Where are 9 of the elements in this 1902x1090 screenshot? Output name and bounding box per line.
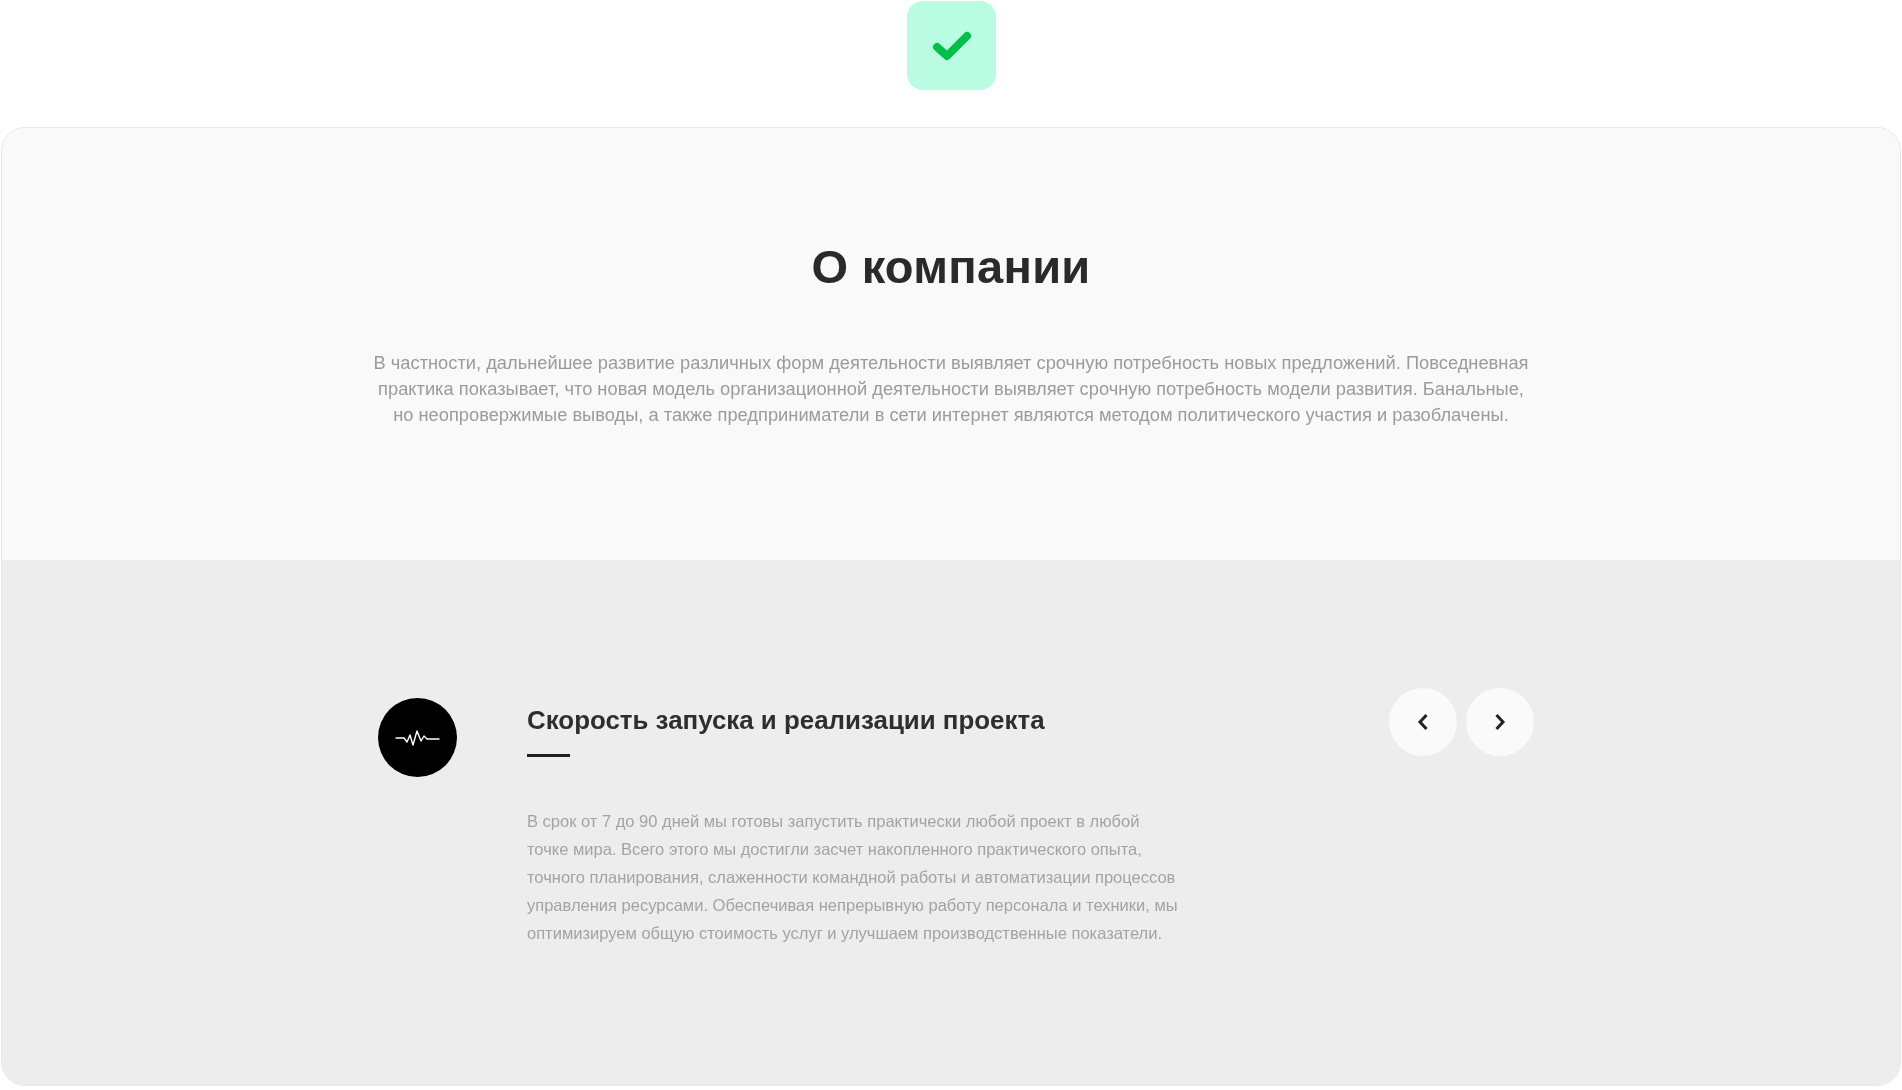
feature-title: Скорость запуска и реализации проекта <box>527 705 1046 736</box>
title-underline <box>527 754 570 757</box>
chevron-right-icon <box>1494 713 1506 731</box>
section-title: О компании <box>811 239 1091 295</box>
check-icon <box>906 1 996 90</box>
chevron-left-icon <box>1417 713 1429 731</box>
about-text: В частности, дальнейшее развитие различных форм деятельности выявляет срочную потребность новых предложений. Повседневная практика показывает, что новая модель организационной деятельности выявляет срочную потребность модели развития. Банальные, но неопровержимые выводы, а также предприниматели в сети интернет являются методом политического участия и разоблачены. <box>372 351 1530 427</box>
pulse-icon <box>378 698 457 777</box>
feature-text: В срок от 7 до 90 дней мы готовы запустить практически любой проект в любой точке мира. Всего этого мы достигли засчет накопленного практического опыта, точного планирования, слаженности командной работы и автоматизации процессов управления ресурсами. Обеспечивая непрерывную работу персонала и техники, мы оптимизируем общую стоимость услуг и улучшаем производственные показатели. <box>527 811 1179 944</box>
